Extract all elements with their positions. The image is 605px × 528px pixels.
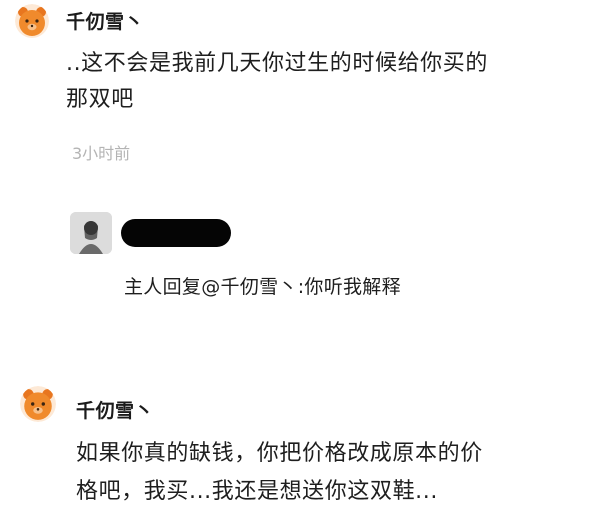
comment-1-timestamp: 3小时前 [72,144,131,163]
reply-text: 主人回复@千仞雪丶:你听我解释 [124,276,401,298]
comment-1-text-line-2: 那双吧 [66,87,134,112]
reply-avatar-person-icon[interactable] [70,212,112,254]
redacted-username-bar [121,219,231,247]
comment-1-username[interactable]: 千仞雪丶 [66,7,144,34]
comment-2-username[interactable]: 千仞雪丶 [76,396,154,423]
comment-1-text-line-1: ..这不会是我前几天你过生的时候给你买的 [66,51,488,76]
comment-2-text-line-1: 如果你真的缺钱，你把价格改成原本的价 [76,441,483,466]
comment-2-text-line-2: 格吧，我买...我还是想送你这双鞋... [76,479,438,504]
user-avatar-bear-icon[interactable] [20,386,56,422]
user-avatar-bear-icon[interactable] [15,4,49,38]
